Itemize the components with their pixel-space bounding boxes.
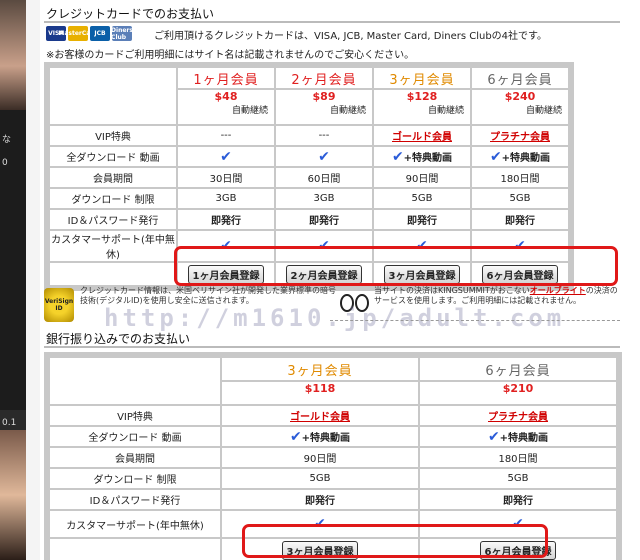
row-label-id: ID＆パスワード発行 (50, 490, 220, 509)
period-value: 180日間 (420, 448, 616, 467)
period-value: 90日間 (374, 168, 470, 187)
vip-value: --- (178, 126, 274, 145)
row-label-vip: VIP特典 (50, 126, 176, 145)
plan-header-1: 1ヶ月会員 (178, 68, 274, 88)
button-row-label (50, 539, 220, 560)
vip-gold-link[interactable]: ゴールド会員 (374, 126, 470, 145)
row-label-download: 全ダウンロード 動画 (50, 427, 220, 446)
check-icon: ✔ (289, 428, 302, 445)
issue-value: 即発行 (472, 210, 568, 229)
issue-value: 即発行 (178, 210, 274, 229)
verisign-text: クレジットカード情報は、米国ベリサイン社が開発した業界標準の暗号技術(デジタルI… (80, 286, 336, 305)
period-value: 90日間 (222, 448, 418, 467)
payment-info-text: 当サイトの決済はKINGSUMMITがおこないオールブライトの決済のサービスを使… (374, 286, 618, 305)
vip-platinum-link[interactable]: プラチナ会員 (420, 406, 616, 425)
verisign-badge-icon: VeriSign ID (44, 288, 74, 322)
row-label-period: 会員期間 (50, 168, 176, 187)
card-icons: VISA MasterCard JCB Diners Club (46, 26, 133, 41)
side-label-bottom: 0.1 (2, 418, 17, 428)
mastercard-icon: MasterCard (58, 26, 98, 41)
issue-value: 即発行 (374, 210, 470, 229)
bank-title-underline (44, 346, 620, 348)
row-label-vip: VIP特典 (50, 406, 220, 425)
row-label-period: 会員期間 (50, 448, 220, 467)
plan-header-2: 2ヶ月会員 (276, 68, 372, 88)
highlight-box-credit (174, 246, 618, 286)
check-icon: ✔ (220, 148, 232, 165)
row-label-download: 全ダウンロード 動画 (50, 147, 176, 166)
bank-plan-header-2: 6ヶ月会員 (420, 358, 616, 380)
table-corner (50, 358, 220, 404)
side-dark-block: な 0 (0, 110, 26, 410)
plan-header-4: 6ヶ月会員 (472, 68, 568, 88)
plan-price-2: $89 自動継続 (276, 90, 372, 124)
jcb-icon: JCB (90, 26, 110, 41)
side-label-mid: 0 (2, 158, 8, 168)
vip-platinum-link[interactable]: プラチナ会員 (472, 126, 568, 145)
download-cell: ✔+特典動画 (222, 427, 418, 446)
left-side-panel: な 0 0.1 (0, 0, 26, 560)
side-label-top: な (2, 135, 12, 145)
url-watermark: http://m1610.jp/adult.com (104, 304, 566, 332)
download-cell: ✔+特典動画 (472, 147, 568, 166)
credit-title-underline (44, 21, 620, 23)
credit-intro-text: ご利用頂けるクレジットカードは、VISA, JCB, Master Card, … (154, 31, 548, 42)
plan-price-3: $128 自動継続 (374, 90, 470, 124)
plan-price-4: $240 自動継続 (472, 90, 568, 124)
bank-plan-header-1: 3ヶ月会員 (222, 358, 418, 380)
side-photo-top (0, 0, 26, 110)
diners-club-icon: Diners Club (111, 26, 133, 41)
period-value: 60日間 (276, 168, 372, 187)
table-corner (50, 68, 176, 124)
limit-value: 5GB (472, 189, 568, 208)
credit-note-text: ※お客様のカードご利用明細にはサイト名は記載されませんのでご安心ください。 (46, 50, 415, 61)
limit-value: 3GB (276, 189, 372, 208)
side-photo-bottom (0, 430, 26, 560)
period-value: 180日間 (472, 168, 568, 187)
bank-plan-price-1: $118 (222, 382, 418, 404)
button-row-label (50, 263, 176, 285)
download-cell: ✔ (178, 147, 274, 166)
credit-section-title: クレジットカードでのお支払い (46, 7, 215, 21)
check-icon: ✔ (318, 148, 330, 165)
limit-value: 5GB (222, 469, 418, 488)
check-icon: ✔ (489, 148, 502, 165)
vip-value: --- (276, 126, 372, 145)
download-cell: ✔ (276, 147, 372, 166)
check-icon: ✔ (391, 148, 404, 165)
plan-header-3: 3ヶ月会員 (374, 68, 470, 88)
issue-value: 即発行 (276, 210, 372, 229)
row-label-support: カスタマーサポート(年中無休) (50, 231, 176, 261)
issue-value: 即発行 (222, 490, 418, 509)
plan-price-1: $48 自動継続 (178, 90, 274, 124)
period-value: 30日間 (178, 168, 274, 187)
download-cell: ✔+特典動画 (420, 427, 616, 446)
row-label-support: カスタマーサポート(年中無休) (50, 511, 220, 537)
row-label-limit: ダウンロード 制限 (50, 469, 220, 488)
highlight-box-bank (242, 524, 548, 558)
vip-gold-link[interactable]: ゴールド会員 (222, 406, 418, 425)
limit-value: 3GB (178, 189, 274, 208)
dashed-divider (330, 320, 620, 321)
row-label-limit: ダウンロード 制限 (50, 189, 176, 208)
limit-value: 5GB (374, 189, 470, 208)
side-gap (26, 0, 40, 560)
bank-plan-price-2: $210 (420, 382, 616, 404)
download-cell: ✔+特典動画 (374, 147, 470, 166)
bank-section-title: 銀行振り込みでのお支払い (46, 332, 191, 346)
check-icon: ✔ (487, 428, 500, 445)
limit-value: 5GB (420, 469, 616, 488)
row-label-id: ID＆パスワード発行 (50, 210, 176, 229)
allbright-link[interactable]: オールブライト (530, 286, 586, 295)
issue-value: 即発行 (420, 490, 616, 509)
